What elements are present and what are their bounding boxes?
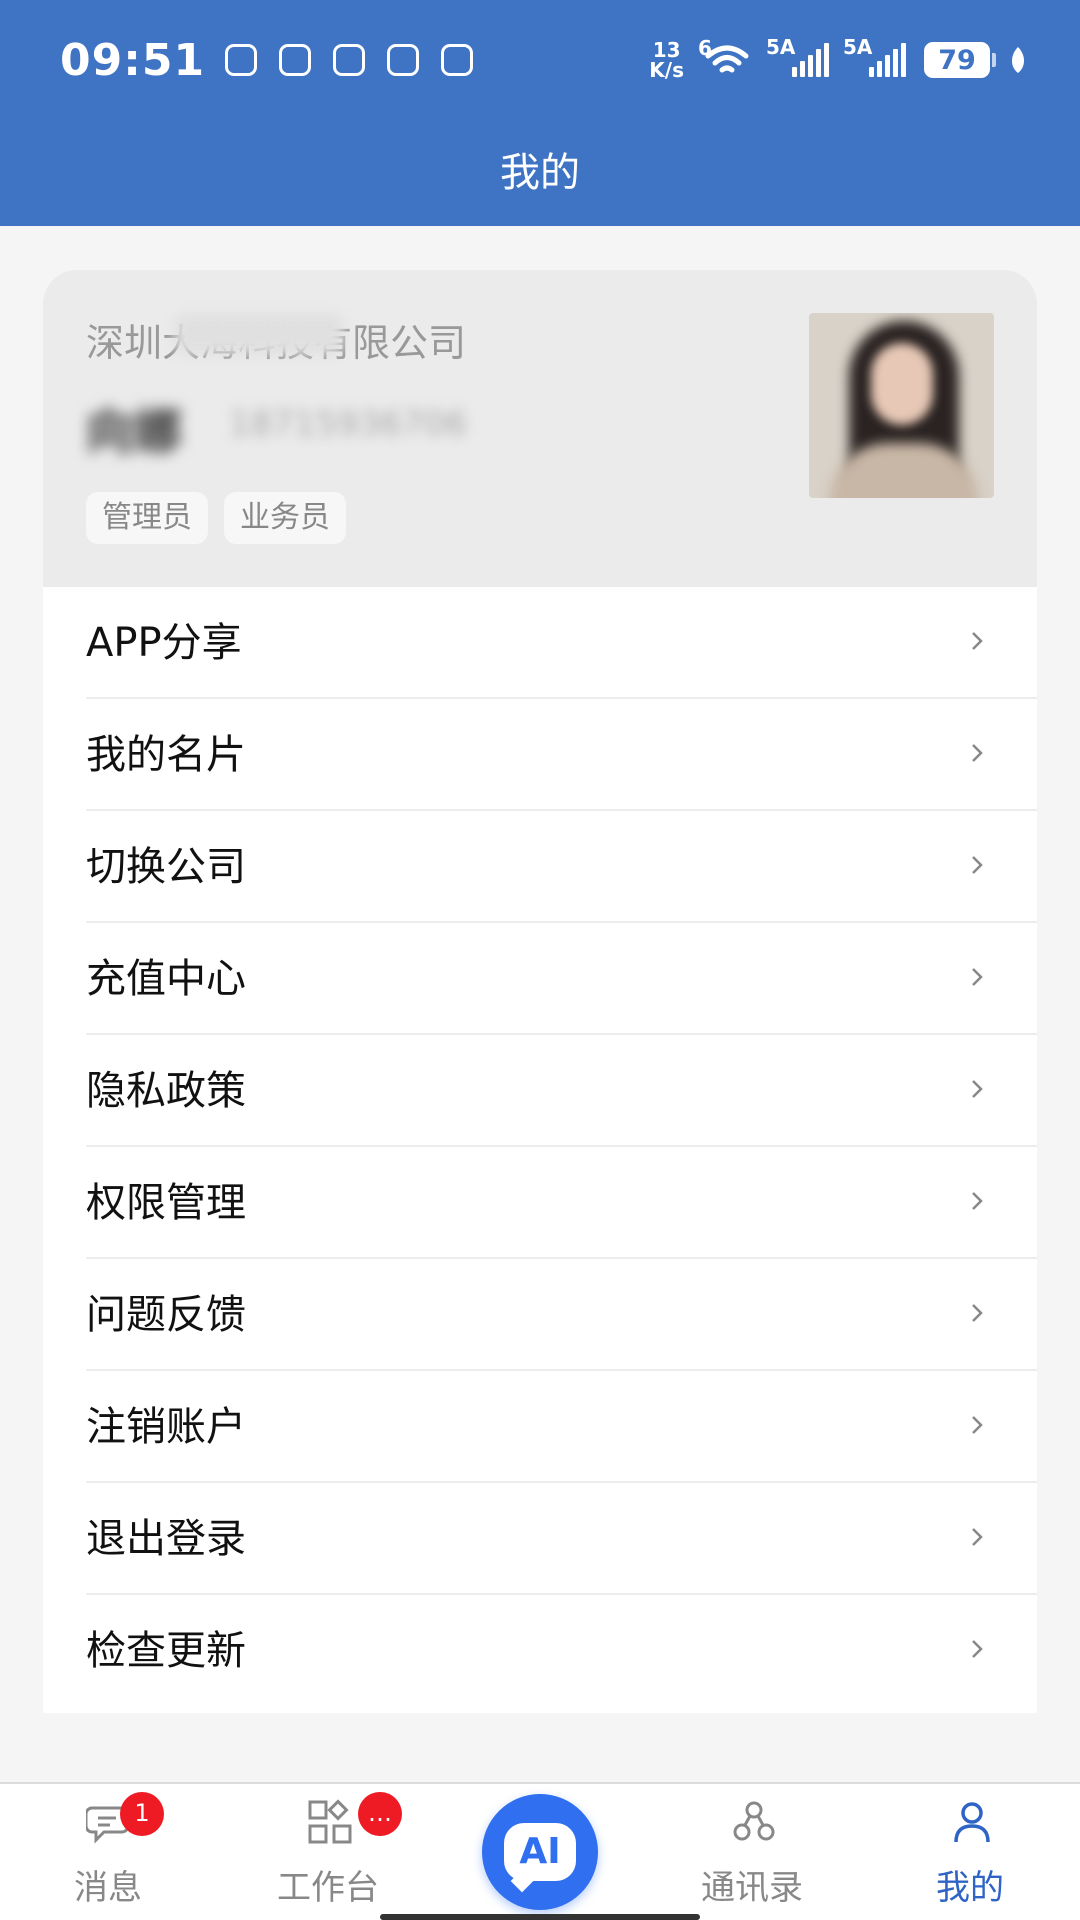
chevron-right-icon bbox=[972, 1192, 983, 1210]
menu-item-recharge[interactable]: 充值中心 bbox=[43, 923, 1037, 1035]
role-tag-sales: 业务员 bbox=[224, 492, 346, 544]
notification-app-icon bbox=[225, 44, 258, 76]
chevron-right-icon bbox=[972, 1528, 983, 1546]
tab-contacts[interactable]: 通讯录 bbox=[672, 1784, 832, 1920]
app-header: 09:51 13 K/s 6 5A 5A 79 我的 bbox=[0, 0, 1080, 226]
menu-item-app-share[interactable]: APP分享 bbox=[43, 587, 1037, 699]
notification-app-icon bbox=[441, 44, 474, 76]
chevron-right-icon bbox=[972, 1416, 983, 1434]
status-time: 09:51 bbox=[60, 34, 206, 86]
menu-item-check-update[interactable]: 检查更新 bbox=[43, 1595, 1037, 1707]
status-bar: 09:51 13 K/s 6 5A 5A 79 bbox=[0, 0, 1080, 120]
cell-signal-icon: 5A bbox=[766, 35, 829, 77]
workbench-badge: … bbox=[358, 1792, 402, 1836]
notification-app-icon bbox=[333, 44, 366, 76]
user-name: 向娜 bbox=[86, 404, 183, 460]
user-icon bbox=[954, 1802, 990, 1843]
chevron-right-icon bbox=[972, 1640, 983, 1658]
menu-item-delete-account[interactable]: 注销账户 bbox=[43, 1371, 1037, 1483]
menu-item-privacy-policy[interactable]: 隐私政策 bbox=[43, 1035, 1037, 1147]
home-indicator bbox=[380, 1914, 700, 1920]
role-tag-admin: 管理员 bbox=[86, 492, 208, 544]
user-phone: 18715936706 bbox=[229, 404, 467, 444]
chevron-right-icon bbox=[972, 856, 983, 874]
status-indicators: 13 K/s 6 5A 5A 79 bbox=[649, 35, 1028, 82]
grid-apps-icon bbox=[308, 1799, 352, 1844]
settings-menu: APP分享 我的名片 切换公司 充值中心 隐私政策 权限管理 问题反馈 注销账户 bbox=[43, 587, 1037, 1713]
messages-badge: 1 bbox=[120, 1792, 164, 1836]
avatar[interactable] bbox=[809, 313, 994, 498]
notification-app-icon bbox=[279, 44, 312, 76]
notification-icons bbox=[225, 44, 474, 76]
role-tags: 管理员 业务员 bbox=[86, 492, 346, 544]
page-title: 我的 bbox=[500, 150, 580, 196]
cell-signal-icon: 5A bbox=[843, 35, 906, 77]
menu-item-my-card[interactable]: 我的名片 bbox=[43, 699, 1037, 811]
chevron-right-icon bbox=[972, 632, 983, 650]
menu-item-logout[interactable]: 退出登录 bbox=[43, 1483, 1037, 1595]
chevron-right-icon bbox=[972, 1080, 983, 1098]
ai-bubble-icon: AI bbox=[504, 1823, 576, 1881]
notification-app-icon bbox=[387, 44, 420, 76]
menu-item-permissions[interactable]: 权限管理 bbox=[43, 1147, 1037, 1259]
ai-assistant-button[interactable]: AI bbox=[482, 1794, 598, 1910]
menu-item-switch-company[interactable]: 切换公司 bbox=[43, 811, 1037, 923]
tab-workbench[interactable]: … 工作台 bbox=[248, 1784, 408, 1920]
tab-messages[interactable]: 1 消息 bbox=[28, 1784, 188, 1920]
network-speed: 13 K/s bbox=[649, 38, 684, 82]
bottom-nav: 1 消息 … 工作台 AI 通讯录 我的 bbox=[0, 1782, 1080, 1920]
battery-icon: 79 bbox=[924, 42, 996, 78]
chevron-right-icon bbox=[972, 744, 983, 762]
profile-card[interactable]: 深圳大海科技有限公司 向娜 18715936706 管理员 业务员 bbox=[43, 270, 1037, 587]
tab-mine[interactable]: 我的 bbox=[890, 1784, 1050, 1920]
leaf-icon bbox=[1012, 47, 1024, 73]
wifi-icon: 6 bbox=[698, 36, 752, 78]
privacy-blur bbox=[175, 314, 343, 354]
chevron-right-icon bbox=[972, 1304, 983, 1322]
contacts-icon bbox=[733, 1801, 775, 1841]
chevron-right-icon bbox=[972, 968, 983, 986]
menu-item-feedback[interactable]: 问题反馈 bbox=[43, 1259, 1037, 1371]
